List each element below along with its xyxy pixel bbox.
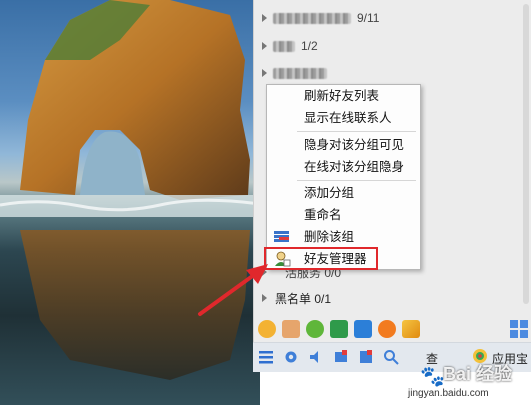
contact-group-row[interactable]: 1/2 <box>262 36 318 56</box>
blacklist-group-label: 黑名单 0/1 <box>275 291 332 306</box>
expand-arrow-icon <box>262 42 267 50</box>
desktop-wallpaper <box>0 0 260 405</box>
main-menu-icon[interactable] <box>258 349 274 365</box>
search-icon[interactable] <box>383 349 399 365</box>
menu-item-online-invisible[interactable]: 在线对该分组隐身 <box>267 156 420 178</box>
blurred-group-name <box>273 40 295 52</box>
red-pointer-arrow-icon <box>198 264 268 316</box>
baidu-jingyan-url: jingyan.baidu.com <box>408 388 489 399</box>
group-context-menu: 刷新好友列表 显示在线联系人 隐身对该分组可见 在线对该分组隐身 添加分组 重命… <box>266 84 421 270</box>
menu-item-add-group[interactable]: 添加分组 <box>267 182 420 204</box>
contact-group-row[interactable] <box>262 63 327 83</box>
pencil-icon[interactable] <box>402 320 420 338</box>
app-toolbar <box>258 318 420 340</box>
group-count: 9/11 <box>357 11 380 25</box>
security-shield-icon[interactable] <box>354 320 372 338</box>
qq-penguin-icon[interactable] <box>258 320 276 338</box>
baidu-jingyan-watermark: Bai 经验 <box>443 364 513 384</box>
wallpaper-rock-image <box>0 0 260 380</box>
panel-scrollbar[interactable] <box>523 4 529 304</box>
qq-show-icon[interactable] <box>282 320 300 338</box>
expand-arrow-icon <box>262 69 267 77</box>
game-icon[interactable] <box>306 320 324 338</box>
app-grid-icon[interactable] <box>510 320 528 338</box>
volume-icon[interactable] <box>308 349 324 365</box>
menu-item-show-online[interactable]: 显示在线联系人 <box>267 107 420 129</box>
menu-item-invisible-visible[interactable]: 隐身对该分组可见 <box>267 134 420 156</box>
group-chat-icon[interactable] <box>330 320 348 338</box>
bottom-icon-row <box>258 346 399 368</box>
menu-item-rename[interactable]: 重命名 <box>267 204 420 226</box>
file-transfer-icon[interactable] <box>358 349 374 365</box>
shopping-icon[interactable] <box>378 320 396 338</box>
contact-group-row[interactable]: 9/11 <box>262 8 379 28</box>
blurred-group-name <box>273 67 327 79</box>
expand-arrow-icon <box>262 14 267 22</box>
menu-separator <box>297 180 416 181</box>
menu-separator <box>297 131 416 132</box>
message-manager-icon[interactable] <box>333 349 349 365</box>
baidu-paw-icon: 🐾 <box>420 366 445 388</box>
settings-gear-icon[interactable] <box>283 349 299 365</box>
menu-item-refresh-friends[interactable]: 刷新好友列表 <box>267 85 420 107</box>
group-count: 1/2 <box>301 39 318 53</box>
blurred-group-name <box>273 12 351 24</box>
delete-group-icon <box>274 231 289 242</box>
